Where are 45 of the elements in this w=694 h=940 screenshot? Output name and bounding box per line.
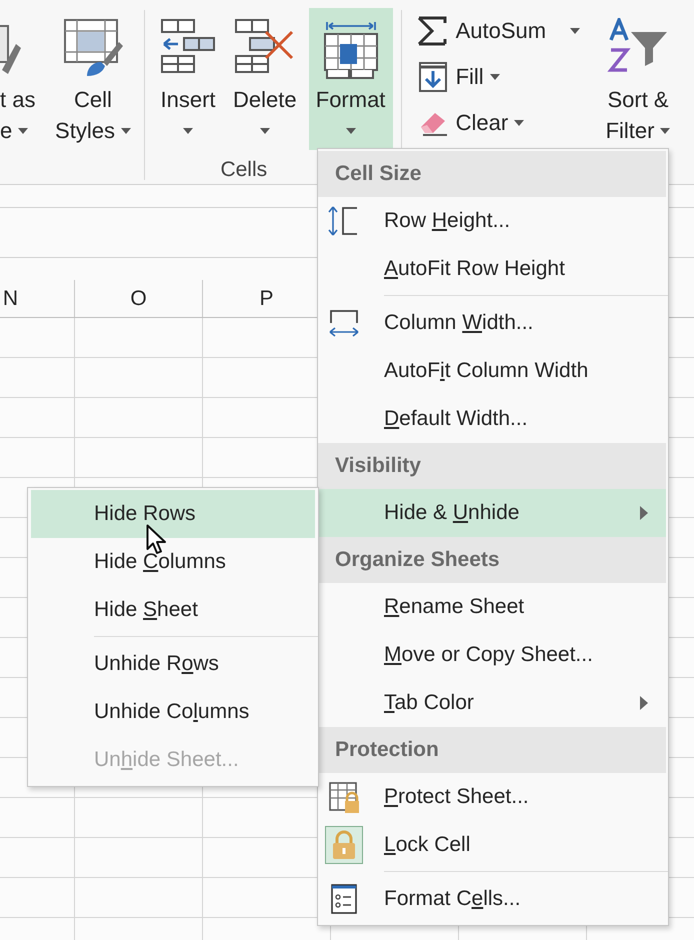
menu-section-header: Organize Sheets [318, 537, 666, 583]
menu-item[interactable]: AutoFit Column Width [318, 347, 666, 395]
group-label: Cells [220, 157, 268, 183]
ribbon-button[interactable]: Insert [155, 8, 221, 150]
ribbon-button[interactable]: Cell Styles [50, 8, 136, 150]
menu-item[interactable]: Format Cells... [318, 875, 666, 923]
menu-section-header: Visibility [318, 443, 666, 489]
insert-cells-icon [160, 18, 216, 74]
menu-item[interactable]: Move or Copy Sheet... [318, 631, 666, 679]
cell-styles-icon [63, 18, 123, 78]
protect-sheet-icon [327, 780, 361, 814]
ribbon-button[interactable]: t as e [0, 8, 40, 150]
menu-item[interactable]: Column Width... [318, 299, 666, 347]
menu-item[interactable]: Lock Cell [318, 821, 666, 869]
submenu-arrow-icon [640, 506, 648, 520]
menu-item[interactable]: Hide Rows [31, 490, 315, 538]
fill-down-icon [418, 61, 448, 93]
menu-section-header: Protection [318, 727, 666, 773]
column-header[interactable]: N [2, 286, 18, 310]
ribbon-button[interactable]: AutoSum [414, 8, 592, 54]
ribbon-button[interactable]: Format [308, 8, 393, 150]
menu-item[interactable]: Hide Sheet [31, 586, 315, 634]
form-icon [329, 882, 359, 916]
menu-item[interactable]: Unhide Columns [31, 688, 315, 736]
ribbon-button[interactable]: Clear [414, 100, 592, 146]
ribbon-button[interactable]: Sort & Filter [602, 8, 674, 150]
ribbon-button[interactable]: Fill [414, 54, 592, 100]
menu-item[interactable]: Hide & Unhide [318, 489, 666, 537]
menu-item[interactable]: Unhide Rows [31, 640, 315, 688]
menu-item[interactable]: Rename Sheet [318, 583, 666, 631]
menu-item[interactable]: AutoFit Row Height [318, 245, 666, 293]
column-width-icon [327, 307, 361, 339]
menu-item[interactable]: Default Width... [318, 395, 666, 443]
menu-section-header: Cell Size [318, 151, 666, 197]
column-header[interactable]: P [259, 286, 274, 310]
ribbon-button[interactable]: Delete [229, 8, 301, 150]
sigma-icon [416, 16, 449, 46]
delete-cells-icon [234, 18, 296, 74]
menu-item[interactable]: Protect Sheet... [318, 773, 666, 821]
submenu-arrow-icon [640, 696, 648, 710]
menu-item[interactable]: Hide Columns [31, 538, 315, 586]
column-header[interactable]: O [130, 286, 147, 310]
padlock-icon [330, 830, 358, 860]
menu-item[interactable]: Tab Color [318, 679, 666, 727]
menu-item[interactable]: Row Height... [318, 197, 666, 245]
